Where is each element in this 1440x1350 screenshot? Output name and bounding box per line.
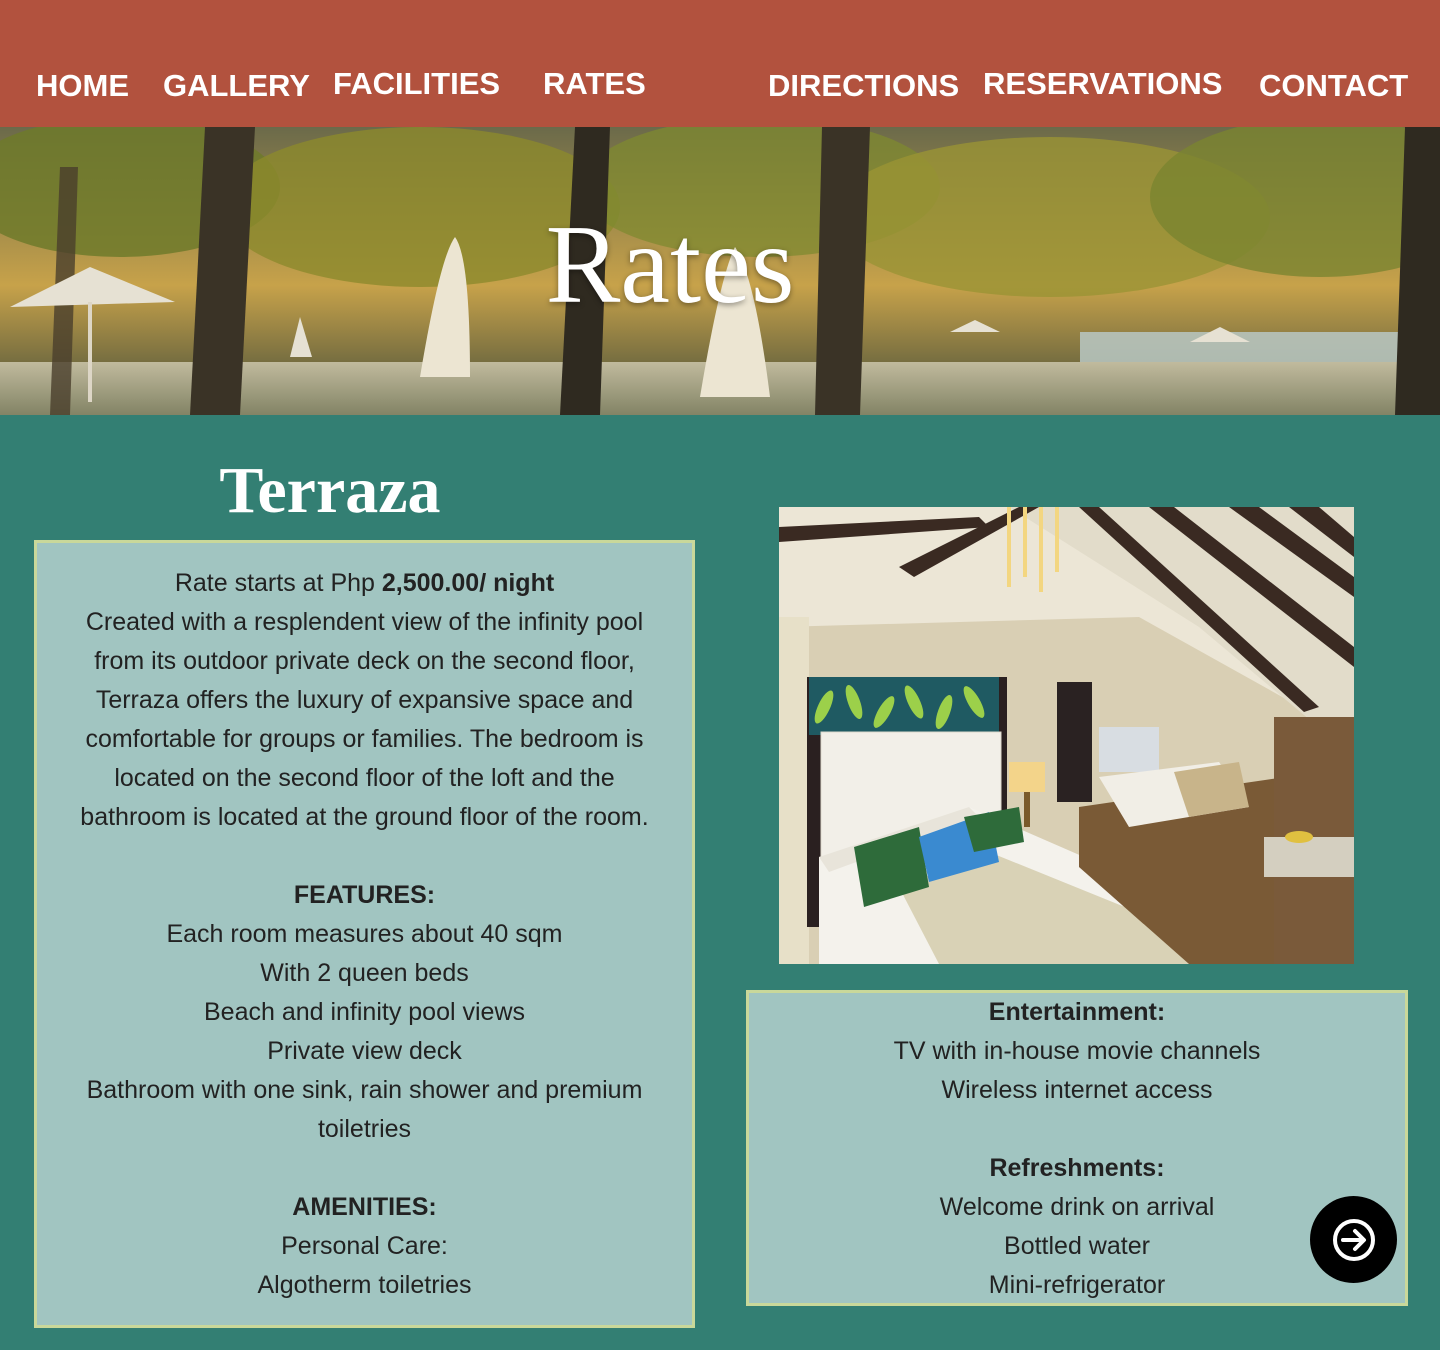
nav-reservations[interactable]: RESERVATIONS [983, 68, 1222, 99]
room-photo [779, 507, 1354, 964]
nav-home[interactable]: HOME [36, 70, 129, 101]
description-line: located on the second floor of the loft … [114, 764, 615, 792]
description-line: bathroom is located at the ground floor … [80, 803, 649, 831]
feature-item: toiletries [317, 1115, 412, 1143]
feature-item: Beach and infinity pool views [203, 998, 526, 1026]
description-line: from its outdoor private deck on the sec… [94, 647, 635, 675]
nav-rates[interactable]: RATES [543, 68, 646, 99]
refreshment-item: Welcome drink on arrival [939, 1193, 1215, 1221]
personal-care-label: Personal Care: [281, 1232, 448, 1260]
entertainment-item: TV with in-house movie channels [893, 1037, 1261, 1065]
hero-banner: Rates [0, 127, 1440, 415]
rate-prefix: Rate starts at Php [174, 569, 382, 597]
feature-item: Private view deck [267, 1037, 462, 1065]
feature-item: Bathroom with one sink, rain shower and … [86, 1076, 643, 1104]
rate-line: Rate starts at Php 2,500.00/ night [37, 564, 692, 603]
entertainment-heading: Entertainment: [988, 998, 1166, 1026]
top-navigation: HOME GALLERY FACILITIES RATES DIRECTIONS… [0, 0, 1440, 127]
amenities-heading: AMENITIES: [292, 1193, 437, 1221]
nav-contact[interactable]: CONTACT [1259, 70, 1408, 101]
next-button[interactable] [1310, 1196, 1397, 1283]
description-line: Created with a resplendent view of the i… [85, 608, 644, 636]
nav-gallery[interactable]: GALLERY [163, 70, 310, 101]
features-heading: FEATURES: [293, 881, 436, 909]
nav-directions[interactable]: DIRECTIONS [768, 70, 959, 101]
feature-item: With 2 queen beds [260, 959, 469, 987]
nav-facilities[interactable]: FACILITIES [333, 68, 500, 99]
refreshment-item: Mini-refrigerator [988, 1271, 1166, 1299]
description-line: Terraza offers the luxury of expansive s… [95, 686, 634, 714]
refreshment-item: Bottled water [1004, 1232, 1150, 1260]
arrow-right-icon [1332, 1218, 1375, 1261]
entertainment-item: Wireless internet access [941, 1076, 1213, 1104]
room-details-card: Rate starts at Php 2,500.00/ night Creat… [34, 540, 695, 1328]
feature-item: Each room measures about 40 sqm [166, 920, 563, 948]
refreshments-heading: Refreshments: [989, 1154, 1165, 1182]
rate-value: 2,500.00/ night [381, 569, 555, 597]
personal-care-item: Algotherm toiletries [257, 1271, 472, 1299]
hero-title: Rates [545, 203, 795, 327]
room-amenities-card: Entertainment: TV with in-house movie ch… [746, 990, 1408, 1306]
room-title: Terraza [219, 454, 441, 527]
description-line: comfortable for groups or families. The … [85, 725, 644, 753]
